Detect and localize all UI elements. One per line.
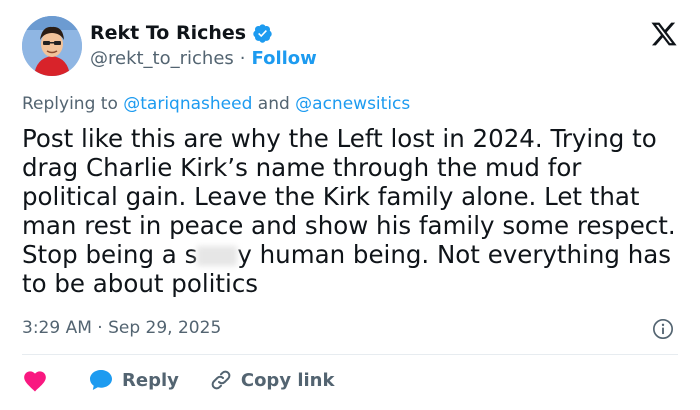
- x-logo-icon[interactable]: [650, 20, 678, 48]
- reply-bubble-icon: [90, 370, 112, 390]
- censored-word: [197, 246, 238, 266]
- avatar[interactable]: [22, 16, 82, 76]
- tweet-date: Sep 29, 2025: [108, 318, 222, 338]
- replying-prefix: Replying to: [22, 94, 118, 114]
- mention-link[interactable]: @tariqnasheed: [123, 94, 252, 114]
- tweet-card: Rekt To Riches @rekt_to_riches · Follow …: [0, 0, 700, 410]
- replying-and: and: [257, 94, 290, 114]
- info-icon[interactable]: [652, 318, 674, 340]
- mention-link[interactable]: @acnewsitics: [295, 94, 410, 114]
- copy-link-label: Copy link: [240, 369, 335, 391]
- verified-badge-icon: [253, 23, 272, 43]
- meta-separator: ·: [97, 318, 103, 338]
- timestamp[interactable]: 3:29 AM · Sep 29, 2025: [22, 318, 221, 338]
- copy-link-button[interactable]: Copy link: [209, 368, 335, 392]
- reply-label: Reply: [122, 369, 179, 391]
- divider: [22, 354, 678, 355]
- reply-button[interactable]: Reply: [88, 368, 179, 392]
- display-name[interactable]: Rekt To Riches: [90, 22, 246, 44]
- tweet-text: Post like this are why the Left lost in …: [22, 124, 682, 298]
- follow-button[interactable]: Follow: [252, 48, 317, 69]
- action-bar: Reply Copy link: [22, 368, 364, 392]
- tweet-time: 3:29 AM: [22, 318, 92, 338]
- heart-icon[interactable]: [22, 368, 48, 392]
- user-handle[interactable]: @rekt_to_riches: [90, 48, 234, 69]
- link-icon: [211, 370, 231, 390]
- handle-separator: ·: [239, 48, 246, 69]
- handle-row: @rekt_to_riches · Follow: [90, 48, 317, 69]
- author-row: Rekt To Riches: [90, 22, 273, 44]
- replying-to: Replying to @tariqnasheed and @acnewsiti…: [22, 94, 410, 114]
